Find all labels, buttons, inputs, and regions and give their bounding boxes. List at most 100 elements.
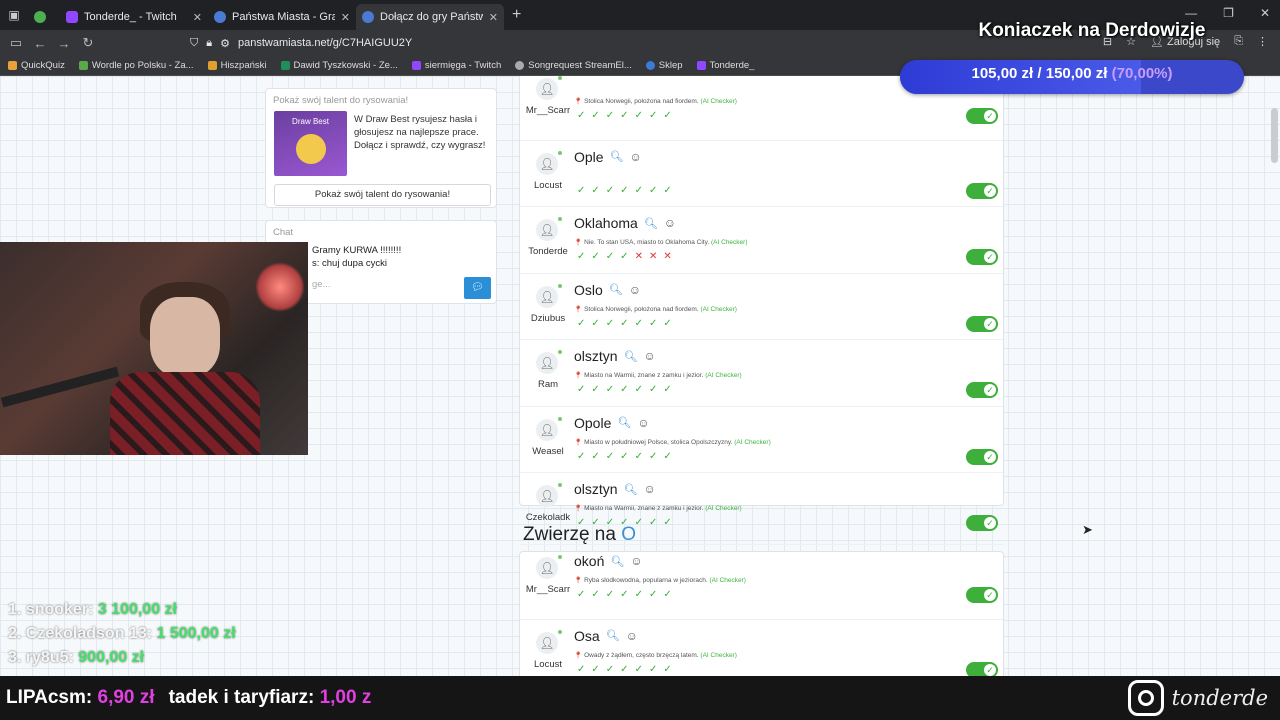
check-icon[interactable]: ✓ <box>635 110 643 121</box>
check-icon[interactable]: ✓ <box>606 451 614 462</box>
bookmark-sklep[interactable]: Sklep <box>645 60 683 71</box>
check-icon[interactable]: ✓ <box>577 110 585 121</box>
check-icon[interactable]: ✓ <box>591 384 599 395</box>
close-tab-icon[interactable]: ✕ <box>193 11 202 24</box>
check-icon[interactable]: ✓ <box>649 664 657 675</box>
page-scrollbar[interactable] <box>1271 108 1278 163</box>
chat-input[interactable]: ge... <box>312 279 331 290</box>
smiley-icon[interactable]: ☺ <box>644 482 656 496</box>
check-icon[interactable]: ✓ <box>606 664 614 675</box>
check-icon[interactable]: ✓ <box>591 589 599 600</box>
search-icon[interactable]: 🔍︎ <box>624 483 638 496</box>
reload-icon[interactable]: ↻ <box>76 35 100 51</box>
accept-toggle[interactable]: ✓ <box>966 661 998 676</box>
search-icon[interactable]: 🔍︎ <box>609 283 623 296</box>
browser-tab-0[interactable] <box>28 4 60 30</box>
check-icon[interactable]: ✓ <box>577 664 585 675</box>
check-icon[interactable]: ✓ <box>649 318 657 329</box>
check-icon[interactable]: ✓ <box>620 451 628 462</box>
check-icon[interactable]: ✓ <box>591 664 599 675</box>
check-icon[interactable]: ✓ <box>649 451 657 462</box>
accept-toggle[interactable]: ✓ <box>966 382 998 398</box>
check-icon[interactable]: ✓ <box>606 185 614 196</box>
close-tab-icon[interactable]: ✕ <box>489 11 498 24</box>
check-icon[interactable]: ✓ <box>649 589 657 600</box>
bookmark-siermiega[interactable]: siermięga - Twitch <box>411 60 501 71</box>
check-icon[interactable]: ✓ <box>663 517 671 528</box>
check-icon[interactable]: ✓ <box>663 185 671 196</box>
search-icon[interactable]: 🔍︎ <box>644 217 658 230</box>
draw-best-image[interactable]: Draw Best <box>274 111 347 176</box>
search-icon[interactable]: 🔍︎ <box>624 350 638 363</box>
check-icon[interactable]: ✓ <box>620 318 628 329</box>
check-icon[interactable]: ✓ <box>577 384 585 395</box>
check-icon[interactable]: ✓ <box>663 384 671 395</box>
check-icon[interactable]: ✓ <box>649 185 657 196</box>
check-icon[interactable]: ✓ <box>577 451 585 462</box>
bookmark-hiszpanski[interactable]: Hiszpański <box>207 60 267 71</box>
accept-toggle[interactable]: ✓ <box>966 182 998 199</box>
check-icon[interactable]: ✓ <box>649 384 657 395</box>
accept-toggle[interactable]: ✓ <box>966 108 998 124</box>
bookmark-dawid[interactable]: Dawid Tyszkowski - Ze... <box>280 60 398 71</box>
accept-toggle[interactable]: ✓ <box>966 448 998 465</box>
accept-toggle[interactable]: ✓ <box>966 515 998 531</box>
search-icon[interactable]: 🔍︎ <box>606 629 620 642</box>
sidebar-icon[interactable]: ▭ <box>4 35 28 51</box>
minimize-icon[interactable]: — <box>1185 6 1197 20</box>
check-icon[interactable]: ✓ <box>577 251 585 262</box>
check-icon[interactable]: ✓ <box>635 318 643 329</box>
check-icon[interactable]: ✓ <box>649 110 657 121</box>
check-icon[interactable]: ✓ <box>663 589 671 600</box>
check-icon[interactable]: ✓ <box>620 251 628 262</box>
check-icon[interactable]: ✓ <box>663 318 671 329</box>
check-icon[interactable]: ✓ <box>591 451 599 462</box>
check-icon[interactable]: ✓ <box>620 110 628 121</box>
check-icon[interactable]: ✓ <box>577 318 585 329</box>
smiley-icon[interactable]: ☺ <box>626 629 638 643</box>
tab-actions-icon[interactable]: ▣ <box>0 0 28 30</box>
menu-icon[interactable]: ⋮ <box>1257 35 1268 48</box>
search-icon[interactable]: 🔍︎ <box>610 555 624 568</box>
check-icon[interactable]: ✓ <box>663 664 671 675</box>
check-icon[interactable]: ✓ <box>635 451 643 462</box>
smiley-icon[interactable]: ☺ <box>664 216 676 230</box>
close-tab-icon[interactable]: ✕ <box>341 11 350 24</box>
bookmark-songrequest[interactable]: Songrequest StreamEl... <box>515 60 632 71</box>
check-icon[interactable]: ✓ <box>606 589 614 600</box>
promo-button[interactable]: Pokaż swój talent do rysowania! <box>274 184 491 206</box>
maximize-icon[interactable]: ❐ <box>1223 6 1234 20</box>
check-icon[interactable]: ✓ <box>606 318 614 329</box>
check-icon[interactable]: ✓ <box>620 384 628 395</box>
check-icon[interactable]: ✓ <box>635 589 643 600</box>
smiley-icon[interactable]: ☺ <box>629 283 641 297</box>
check-icon[interactable]: ✓ <box>606 110 614 121</box>
new-tab-icon[interactable]: + <box>512 6 521 24</box>
check-icon[interactable]: ✓ <box>606 384 614 395</box>
smiley-icon[interactable]: ☺ <box>644 349 656 363</box>
check-icon[interactable]: ✓ <box>635 384 643 395</box>
check-icon[interactable]: ✓ <box>606 251 614 262</box>
cross-icon[interactable]: ✕ <box>663 251 671 262</box>
browser-tab-2[interactable]: Państwa Miasta - Gra online ✕ <box>208 4 356 30</box>
url-field[interactable]: ⛉ 🔒︎ ⚙ panstwamiasta.net/g/C7HAIGUU2Y <box>190 37 412 50</box>
close-window-icon[interactable]: ✕ <box>1260 6 1270 20</box>
check-icon[interactable]: ✓ <box>591 318 599 329</box>
search-icon[interactable]: 🔍︎ <box>617 416 631 429</box>
check-icon[interactable]: ✓ <box>620 185 628 196</box>
accept-toggle[interactable]: ✓ <box>966 587 998 603</box>
check-icon[interactable]: ✓ <box>620 589 628 600</box>
smiley-icon[interactable]: ☺ <box>630 554 642 568</box>
bookmark-tonderde[interactable]: Tonderde_ <box>696 60 754 71</box>
check-icon[interactable]: ✓ <box>591 185 599 196</box>
browser-tab-3[interactable]: Dołącz do gry Państwa Miasta ✕ <box>356 4 504 30</box>
back-icon[interactable]: ← <box>28 36 52 51</box>
check-icon[interactable]: ✓ <box>649 517 657 528</box>
check-icon[interactable]: ✓ <box>577 185 585 196</box>
check-icon[interactable]: ✓ <box>591 251 599 262</box>
smiley-icon[interactable]: ☺ <box>630 150 642 164</box>
check-icon[interactable]: ✓ <box>620 664 628 675</box>
search-icon[interactable]: 🔍︎ <box>610 150 624 163</box>
bookmark-wordle[interactable]: Wordle po Polsku - Za... <box>78 60 194 71</box>
check-icon[interactable]: ✓ <box>663 451 671 462</box>
